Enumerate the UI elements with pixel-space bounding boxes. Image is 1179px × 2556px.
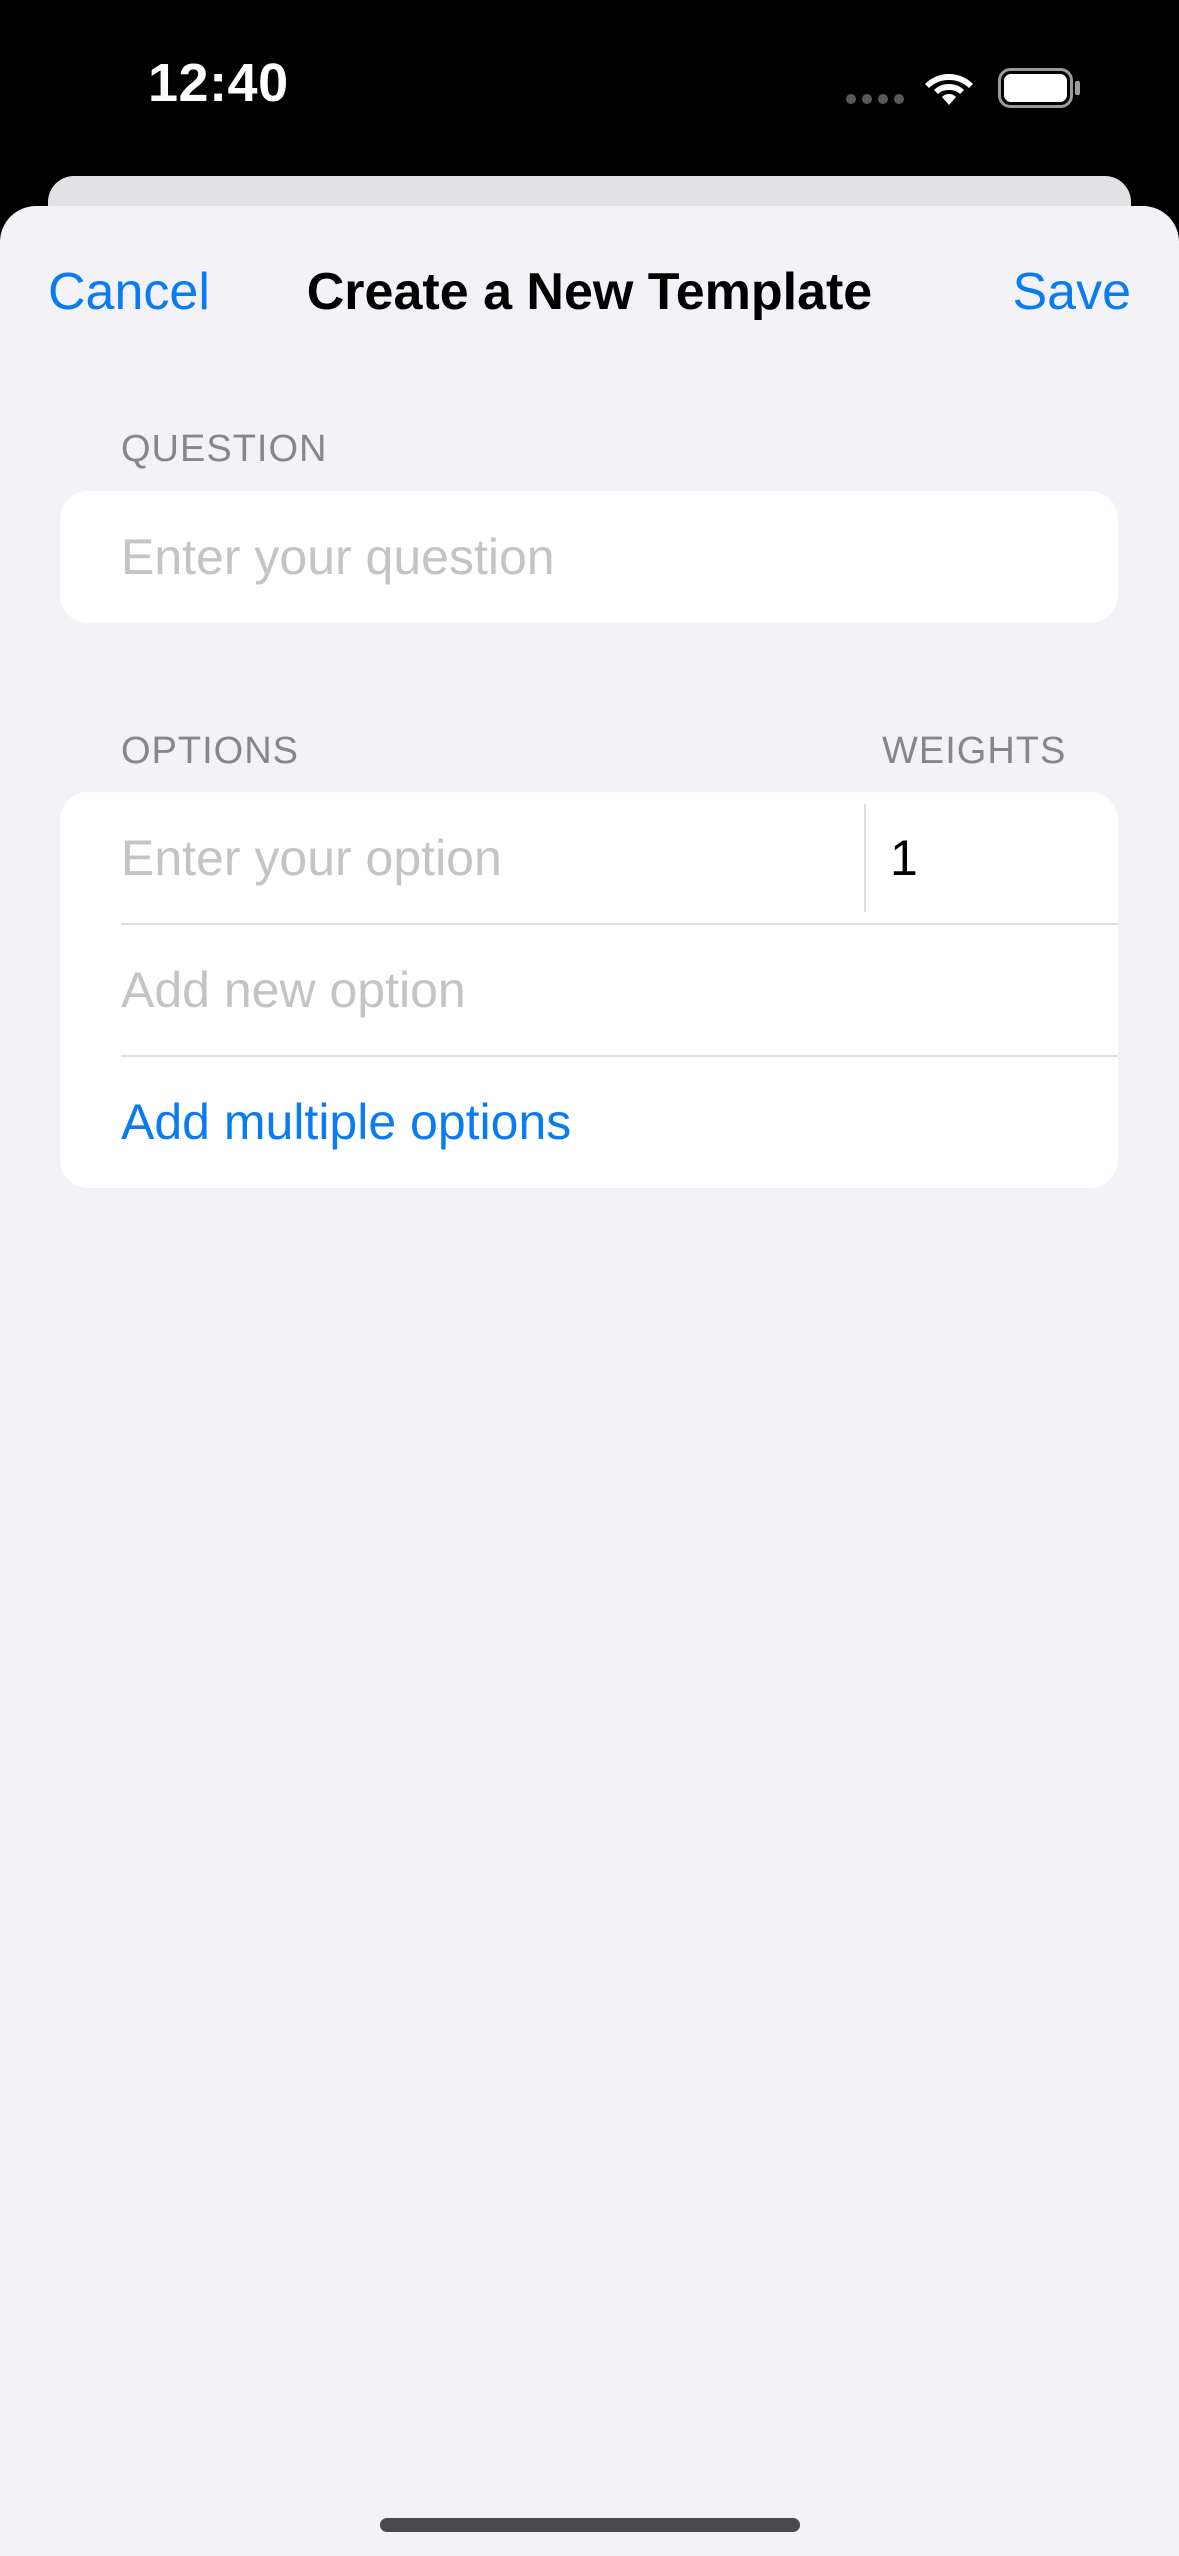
save-button[interactable]: Save — [1012, 258, 1131, 326]
home-indicator[interactable] — [380, 2518, 800, 2532]
cellular-icon — [846, 94, 904, 104]
question-section-header: QUESTION — [121, 428, 328, 470]
new-option-row — [60, 924, 1118, 1056]
weight-input[interactable] — [890, 792, 1090, 924]
battery-icon — [998, 68, 1080, 108]
new-option-input[interactable] — [121, 924, 1071, 1056]
question-input[interactable] — [121, 491, 1071, 623]
add-multiple-row: Add multiple options — [60, 1056, 1118, 1188]
weight-divider — [864, 804, 866, 912]
option-input[interactable] — [121, 792, 891, 924]
option-row — [60, 792, 1118, 924]
add-multiple-options-button[interactable]: Add multiple options — [121, 1056, 571, 1188]
options-section-header: OPTIONS — [121, 730, 300, 772]
status-bar: 12:40 — [0, 0, 1179, 175]
status-time: 12:40 — [148, 53, 289, 113]
options-card: Add multiple options — [60, 792, 1118, 1188]
question-card — [60, 491, 1118, 623]
weights-section-header: WEIGHTS — [882, 730, 1067, 772]
wifi-icon — [925, 74, 973, 105]
page-title: Create a New Template — [306, 263, 873, 321]
